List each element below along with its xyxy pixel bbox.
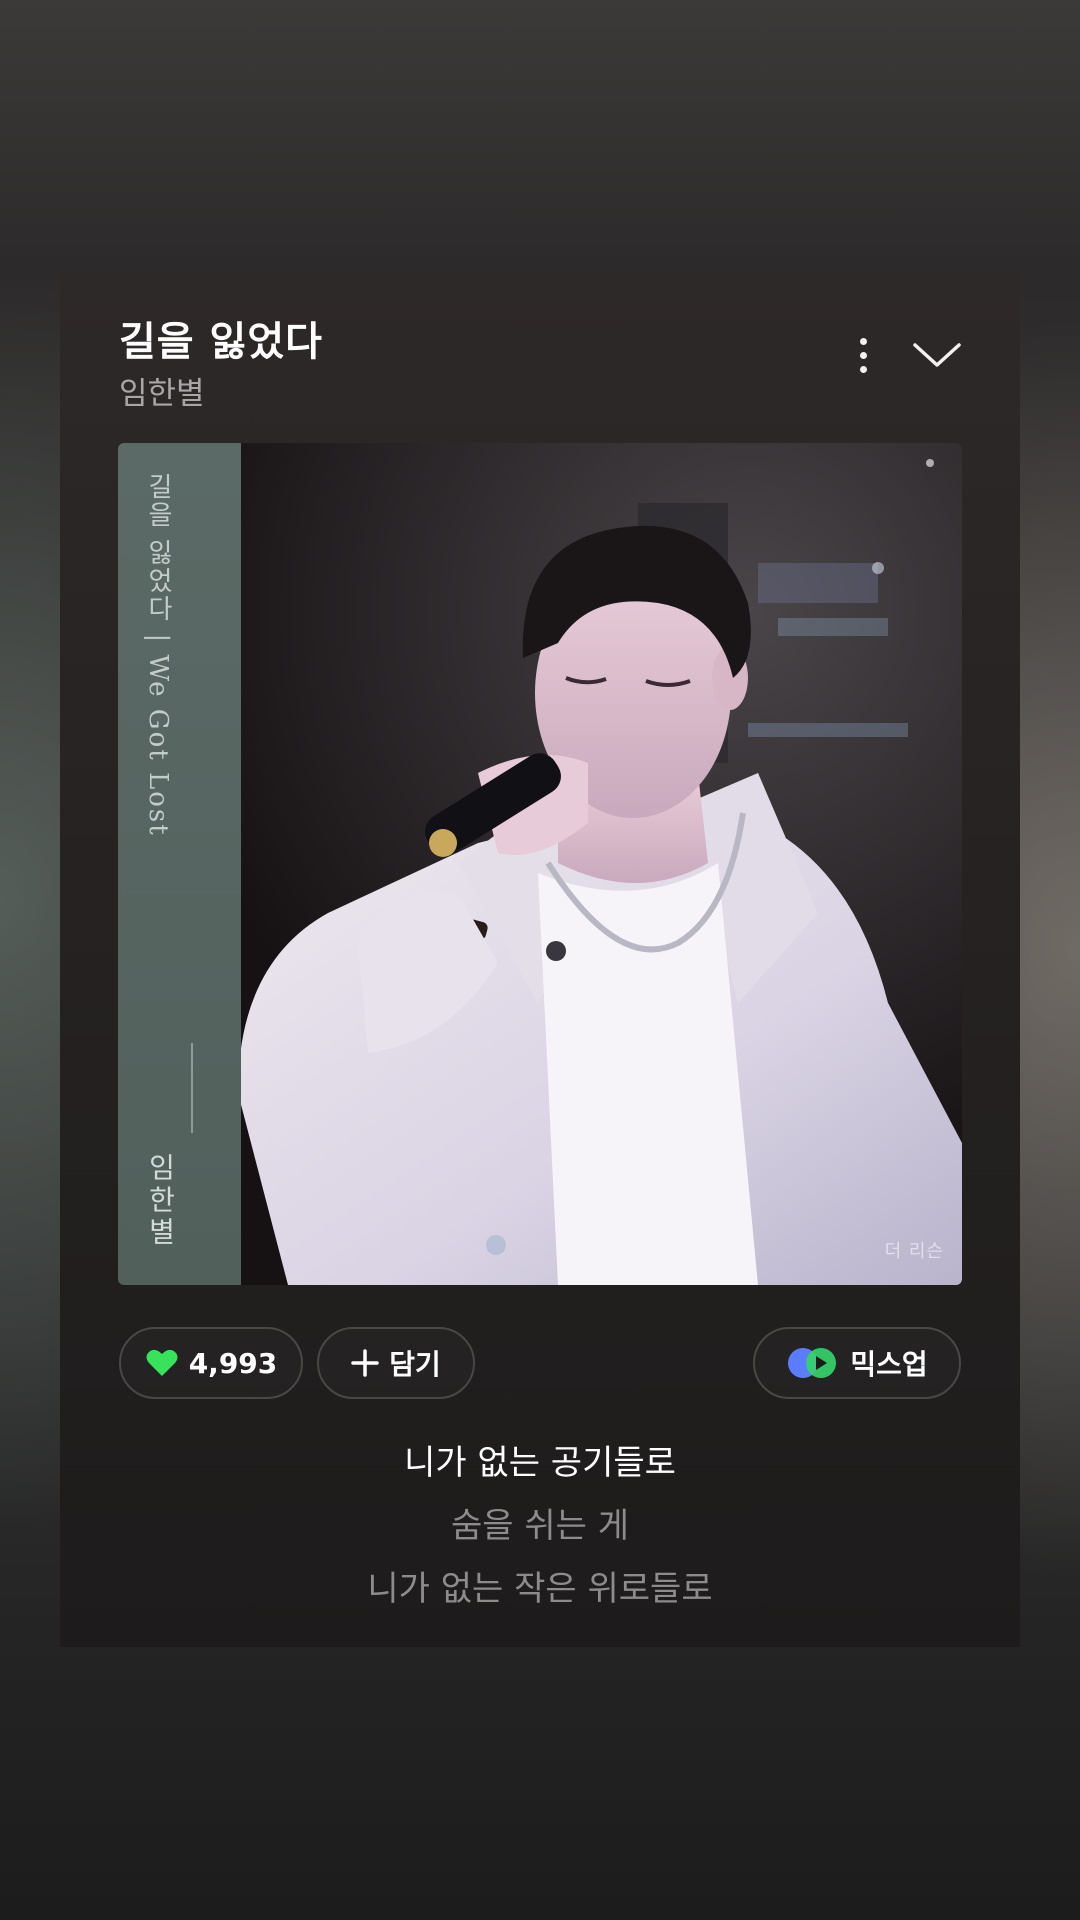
chevron-down-icon bbox=[913, 343, 961, 367]
lyric-line-current[interactable]: 니가 없는 공기들로 bbox=[60, 1435, 1020, 1484]
more-dot bbox=[859, 351, 867, 359]
add-to-playlist-button[interactable]: 담기 bbox=[317, 1327, 475, 1399]
add-label: 담기 bbox=[389, 1348, 441, 1381]
lyric-line[interactable]: 숨을 쉬는 게 bbox=[60, 1498, 1020, 1547]
album-cover[interactable]: 길을 잃었다 | We Got Lost 임한별 더 리슨 bbox=[118, 443, 962, 1285]
mixup-icon bbox=[786, 1346, 840, 1380]
like-count: 4,993 bbox=[188, 1346, 278, 1380]
album-cover-photo bbox=[118, 443, 962, 1285]
cover-watermark: 더 리슨 bbox=[884, 1241, 944, 1262]
more-dot bbox=[859, 365, 867, 373]
lyric-line[interactable]: 니가 없는 작은 위로들로 bbox=[60, 1561, 1020, 1610]
now-playing-card: 길을 잃었다 임한별 길을 잃었다 | We Got Lost 임한별 더 리슨… bbox=[60, 273, 1020, 1647]
mixup-label: 믹스업 bbox=[850, 1348, 928, 1381]
album-spine: 길을 잃었다 | We Got Lost 임한별 bbox=[118, 443, 241, 1285]
heart-icon bbox=[145, 1348, 179, 1378]
more-options-button[interactable] bbox=[845, 327, 881, 383]
artist-name[interactable]: 임한별 bbox=[119, 368, 205, 413]
plus-icon bbox=[351, 1349, 379, 1377]
collapse-button[interactable] bbox=[907, 331, 967, 381]
spine-divider bbox=[191, 1043, 193, 1133]
spine-artist: 임한별 bbox=[144, 1153, 177, 1249]
more-vertical-icon bbox=[859, 337, 867, 345]
like-button[interactable]: 4,993 bbox=[119, 1327, 303, 1399]
mixup-button[interactable]: 믹스업 bbox=[753, 1327, 961, 1399]
song-title[interactable]: 길을 잃었다 bbox=[119, 309, 323, 367]
spine-title: 길을 잃었다 | We Got Lost bbox=[143, 473, 173, 837]
